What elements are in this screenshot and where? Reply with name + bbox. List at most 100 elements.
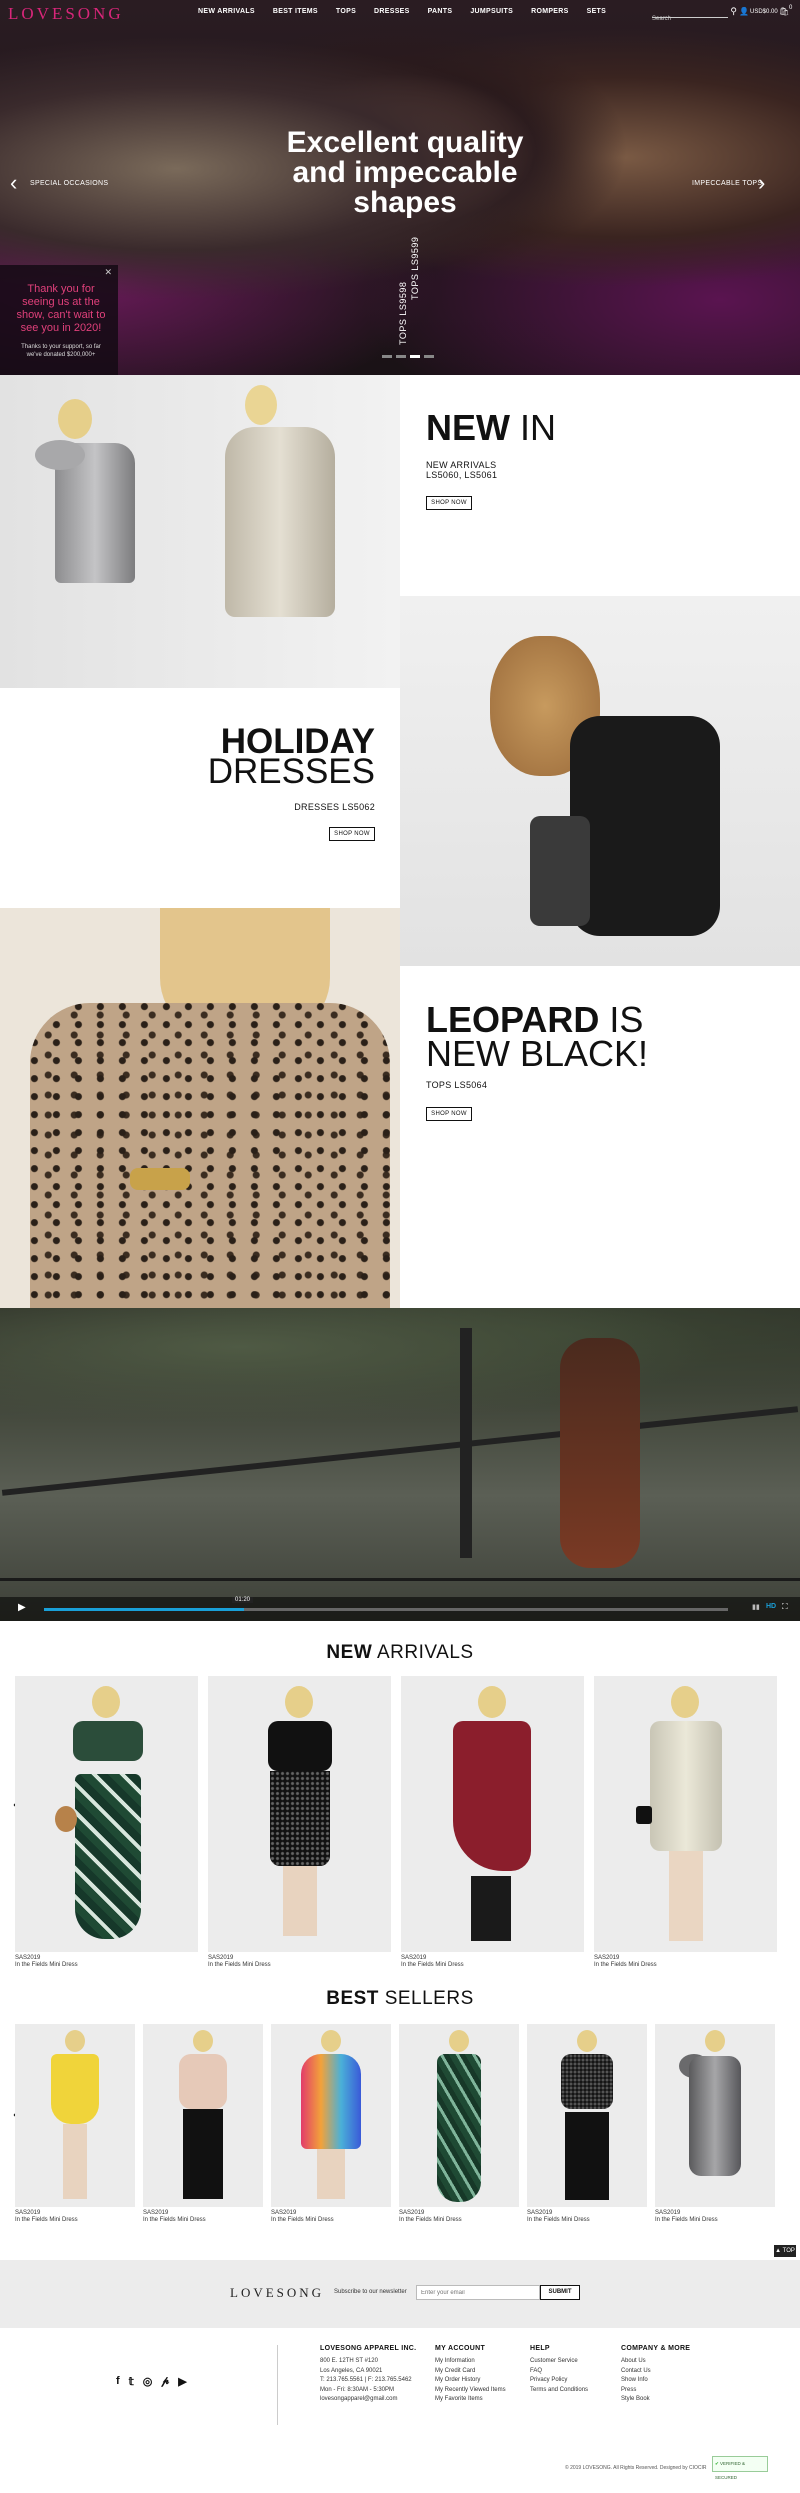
brand-logo[interactable]: LOVESONG [8,4,124,24]
leopard-headline-2: NEW BLACK! [426,1033,649,1074]
search-icon[interactable]: ⚲ [730,6,737,17]
newsletter-submit-button[interactable]: SUBMIT [540,2285,580,2300]
footer-link[interactable]: My Recently Viewed Items [435,2386,506,2396]
hero-title-line-1: Excellent quality [286,126,524,159]
product-sku: SAS2019 [401,1955,427,1961]
newsletter-email-input[interactable] [416,2285,540,2300]
hero-right-label[interactable]: IMPECCABLE TOPS [692,180,762,187]
pinterest-icon[interactable]: 𝓅 [161,2375,169,2388]
leopard-image[interactable] [0,908,400,1308]
gold-cuff [130,1168,190,1190]
product-sku: SAS2019 [399,2210,425,2216]
promo-popup: ✕ Thank you for seeing us at the show, c… [0,265,118,375]
play-icon[interactable]: ▶ [18,1602,26,1613]
video-player[interactable]: ▶ 01:20 ▮▮ HD ⛶ [0,1308,800,1621]
nav-dresses[interactable]: DRESSES [374,8,410,15]
nav-jumpsuits[interactable]: JUMPSUITS [470,8,513,15]
footer-link[interactable]: Customer Service [530,2357,588,2367]
footer-link[interactable]: Style Book [621,2395,651,2405]
footer-link[interactable]: Contact Us [621,2367,651,2377]
instagram-icon[interactable]: ◎ [143,2375,153,2388]
hero-dot[interactable] [424,355,434,358]
product-garment [650,1721,722,1851]
nav-tops[interactable]: TOPS [336,8,356,15]
product-garment [51,2054,99,2124]
footer-phone: T: 213.765.5561 | F: 213.765.5462 [320,2377,412,2383]
twitter-icon[interactable]: 𝕥 [129,2375,134,2388]
product-boots [471,1876,511,1941]
youtube-icon[interactable]: ▶ [178,2375,186,2388]
footer-hours: Mon - Fri: 8:30AM - 5:30PM [320,2386,395,2393]
footer-link[interactable]: About Us [621,2357,651,2367]
facebook-icon[interactable]: f [116,2375,120,2388]
hero-dot-active[interactable] [410,355,420,358]
footer-more-title: COMPANY & MORE [621,2345,691,2352]
hd-icon[interactable]: HD [766,1603,776,1610]
product-sku: SAS2019 [655,2210,681,2216]
footer-link[interactable]: Terms and Conditions [530,2386,588,2396]
footer-link[interactable]: Show Info [621,2376,651,2386]
footer-link[interactable]: My Favorite Items [435,2395,506,2405]
nav-rompers[interactable]: ROMPERS [531,8,569,15]
leopard-shop-now-button[interactable]: SHOP NOW [426,1107,472,1121]
nav-best-items[interactable]: BEST ITEMS [273,8,318,15]
holiday-image[interactable] [400,596,800,966]
security-badge[interactable]: ✔ VERIFIED & SECURED [712,2456,768,2480]
product-card[interactable] [15,2024,135,2207]
product-sku: SAS2019 [143,2210,169,2216]
hero-dot[interactable] [382,355,392,358]
product-name[interactable]: In the Fields Mini Dress [594,1962,657,1969]
nav-pants[interactable]: PANTS [428,8,453,15]
nav-new-arrivals[interactable]: NEW ARRIVALS [198,8,255,15]
hero-left-label[interactable]: SPECIAL OCCASIONS [30,180,108,187]
product-sku: SAS2019 [594,1955,620,1961]
product-card[interactable] [208,1676,391,1952]
back-to-top-button[interactable]: ▲ TOP [774,2245,796,2257]
user-icon[interactable]: 👤 [739,7,749,16]
product-card[interactable] [143,2024,263,2207]
footer-link[interactable]: My Order History [435,2376,506,2386]
product-card[interactable] [399,2024,519,2207]
fullscreen-icon[interactable]: ⛶ [782,1602,788,1612]
hero-slider[interactable]: LOVESONG NEW ARRIVALS BEST ITEMS TOPS DR… [0,0,800,375]
product-card[interactable] [15,1676,198,1952]
footer-link[interactable]: My Credit Card [435,2367,506,2377]
cart-total[interactable]: USD$0.00 [750,9,778,15]
nav-sets[interactable]: SETS [587,8,606,15]
close-icon[interactable]: ✕ [104,267,112,278]
product-name[interactable]: In the Fields Mini Dress [271,2217,334,2224]
footer-email[interactable]: lovesongapparel@gmail.com [320,2395,412,2405]
product-card[interactable] [527,2024,647,2207]
holiday-shop-now-button[interactable]: SHOP NOW [329,827,375,841]
product-card[interactable] [271,2024,391,2207]
footer-link[interactable]: Privacy Policy [530,2376,588,2386]
product-name[interactable]: In the Fields Mini Dress [401,1962,464,1969]
footer-link[interactable]: My Information [435,2357,506,2367]
product-model-legs [63,2124,87,2199]
hero-prev-arrow[interactable]: ‹ [10,172,17,194]
product-name[interactable]: In the Fields Mini Dress [208,1962,271,1969]
cart-icon[interactable]: 🛍 [779,7,789,16]
product-name[interactable]: In the Fields Mini Dress [15,2217,78,2224]
product-name[interactable]: In the Fields Mini Dress [15,1962,78,1969]
product-card[interactable] [655,2024,775,2207]
new-in-shop-now-button[interactable]: SHOP NOW [426,496,472,510]
hero-dot[interactable] [396,355,406,358]
search-box[interactable]: Search ⚲ [652,6,737,22]
product-garment [73,1721,143,1761]
footer-link[interactable]: FAQ [530,2367,588,2377]
footer-account-title: MY ACCOUNT [435,2345,486,2352]
product-name[interactable]: In the Fields Mini Dress [655,2217,718,2224]
volume-icon[interactable]: ▮▮ [752,1603,760,1611]
product-name[interactable]: In the Fields Mini Dress [527,2217,590,2224]
back-to-top-label: TOP [782,2248,795,2254]
footer-link[interactable]: Press [621,2386,651,2396]
product-pants [565,2112,609,2200]
holiday-sub: DRESSES LS5062 [294,802,375,812]
leopard-top [30,1003,390,1308]
product-name[interactable]: In the Fields Mini Dress [143,2217,206,2224]
new-in-image[interactable] [0,375,400,688]
product-card[interactable] [594,1676,777,1952]
product-card[interactable] [401,1676,584,1952]
product-name[interactable]: In the Fields Mini Dress [399,2217,462,2224]
